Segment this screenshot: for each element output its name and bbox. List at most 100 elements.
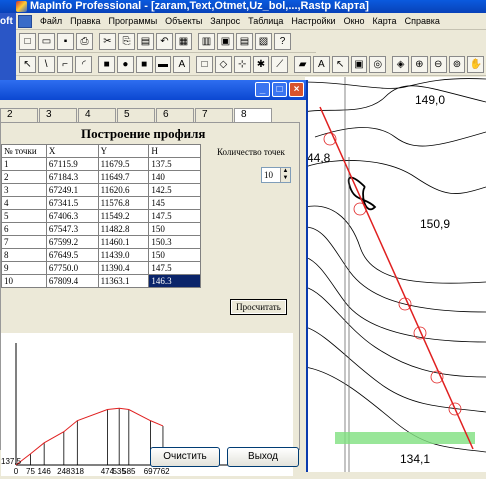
table-cell[interactable]: 67115.9 [45, 157, 99, 171]
table-cell[interactable]: 11679.5 [97, 157, 150, 171]
table-row[interactable]: 9 67750.0 11390.4 147.5 [1, 261, 201, 275]
polyline-icon[interactable]: ⌐ [56, 56, 74, 73]
table-cell[interactable]: 67547.3 [45, 222, 99, 236]
menu-item[interactable]: Запрос [206, 16, 244, 26]
table-cell[interactable]: 11363.1 [97, 274, 150, 288]
table-cell[interactable]: 7 [1, 235, 47, 249]
table-cell[interactable]: 6 [1, 222, 47, 236]
radius-icon[interactable]: ◎ [369, 56, 387, 73]
table-cell[interactable]: 11439.0 [97, 248, 150, 262]
points-table[interactable]: № точки X Y H 1 67115.9 11679.5 137.5 2 67184.3 1… [1, 144, 201, 288]
table-cell[interactable]: 146.3 [148, 274, 201, 288]
table-cell[interactable]: 11576.8 [97, 196, 150, 210]
text-style-icon[interactable]: A [312, 56, 330, 73]
table-row[interactable]: 10 67809.4 11363.1 146.3 [1, 274, 201, 288]
table-row[interactable]: 5 67406.3 11549.2 147.5 [1, 209, 201, 223]
save-icon[interactable]: ▪ [57, 33, 74, 50]
table-cell[interactable]: 150 [148, 248, 201, 262]
table-cell[interactable]: 150.3 [148, 235, 201, 249]
table-cell[interactable]: 147.5 [148, 261, 201, 275]
print-icon[interactable]: ⎙ [76, 33, 93, 50]
polygon-icon[interactable]: ■ [98, 56, 115, 73]
marquee-icon[interactable]: ▣ [350, 56, 368, 73]
region-style-icon[interactable]: ▰ [294, 56, 311, 73]
change-view-icon[interactable]: ⊚ [448, 56, 466, 73]
menu-item[interactable]: Таблица [244, 16, 287, 26]
menu-item[interactable]: Файл [36, 16, 66, 26]
minimize-button[interactable]: _ [255, 82, 270, 97]
table-cell[interactable]: 140 [148, 170, 201, 184]
table-cell[interactable]: 5 [1, 209, 47, 223]
npoints-input[interactable] [262, 168, 280, 182]
text-icon[interactable]: A [173, 56, 191, 73]
close-button[interactable]: × [289, 82, 304, 97]
zoom-in-icon[interactable]: ⊕ [410, 56, 428, 73]
table-cell[interactable]: 67249.1 [45, 183, 99, 197]
tab-2[interactable]: 2 [0, 108, 38, 122]
select-icon[interactable]: ↖ [19, 56, 36, 73]
line-icon[interactable]: \ [37, 56, 55, 73]
tab-6[interactable]: 6 [156, 108, 194, 122]
undo-icon[interactable]: ↶ [156, 33, 173, 50]
menu-item[interactable]: Программы [105, 16, 162, 26]
paste-icon[interactable]: ▤ [137, 33, 154, 50]
browser-icon[interactable]: ▥ [198, 33, 215, 50]
arc-icon[interactable]: ◜ [75, 56, 93, 73]
exit-button[interactable]: Выход [227, 447, 299, 467]
tab-7[interactable]: 7 [195, 108, 233, 122]
table-row[interactable]: 8 67649.5 11439.0 150 [1, 248, 201, 262]
frame-icon[interactable]: □ [196, 56, 213, 73]
grabber-icon[interactable]: ✋ [467, 56, 485, 73]
maximize-button[interactable]: □ [272, 82, 287, 97]
table-cell[interactable]: 11482.8 [97, 222, 150, 236]
table-cell[interactable]: 11649.7 [97, 170, 150, 184]
table-row[interactable]: 7 67599.2 11460.1 150.3 [1, 235, 201, 249]
table-cell[interactable]: 67341.5 [45, 196, 99, 210]
table-row[interactable]: 4 67341.5 11576.8 145 [1, 196, 201, 210]
menu-item[interactable]: Окно [340, 16, 369, 26]
graph-icon[interactable]: ▤ [236, 33, 253, 50]
table-cell[interactable]: 11390.4 [97, 261, 150, 275]
zoom-out-icon[interactable]: ⊖ [429, 56, 447, 73]
table-cell[interactable]: 137.5 [148, 157, 201, 171]
table-cell[interactable]: 1 [1, 157, 47, 171]
tab-8[interactable]: 8 [234, 108, 272, 123]
table-cell[interactable]: 4 [1, 196, 47, 210]
table-cell[interactable]: 3 [1, 183, 47, 197]
table-cell[interactable]: 11460.1 [97, 235, 150, 249]
menu-item[interactable]: Справка [401, 16, 444, 26]
table-row[interactable]: 2 67184.3 11649.7 140 [1, 170, 201, 184]
tab-3[interactable]: 3 [39, 108, 77, 122]
copy-icon[interactable]: ⎘ [118, 33, 135, 50]
cut-icon[interactable]: ✂ [99, 33, 116, 50]
menu-item[interactable]: Настройки [287, 16, 339, 26]
rounded-rect-icon[interactable]: ▬ [154, 56, 172, 73]
tab-4[interactable]: 4 [78, 108, 116, 122]
open-icon[interactable]: ▭ [38, 33, 55, 50]
table-cell[interactable]: 147.5 [148, 209, 201, 223]
table-cell[interactable]: 11549.2 [97, 209, 150, 223]
table-cell[interactable]: 67649.5 [45, 248, 99, 262]
ellipse-icon[interactable]: ● [116, 56, 134, 73]
table-cell[interactable]: 2 [1, 170, 47, 184]
table-cell[interactable]: 67406.3 [45, 209, 99, 223]
document-menu-icon[interactable] [18, 14, 32, 28]
map-icon[interactable]: ▣ [217, 33, 234, 50]
calculate-button[interactable]: Просчитать [230, 299, 287, 315]
table-cell[interactable]: 67599.2 [45, 235, 99, 249]
add-node-icon[interactable]: ⊹ [233, 56, 251, 73]
new-doc-icon[interactable]: □ [19, 33, 36, 50]
line-style-icon[interactable]: ⟋ [271, 56, 289, 73]
table-cell[interactable]: 11620.6 [97, 183, 150, 197]
tab-5[interactable]: 5 [117, 108, 155, 122]
table-cell[interactable]: 67809.4 [45, 274, 99, 288]
clear-button[interactable]: Очистить [150, 447, 220, 467]
table-cell[interactable]: 8 [1, 248, 47, 262]
table-cell[interactable]: 150 [148, 222, 201, 236]
map-canvas[interactable] [305, 77, 486, 472]
menu-item[interactable]: Правка [66, 16, 104, 26]
map-window[interactable]: 149,0 44,8 150,9 134,1 [305, 77, 486, 472]
help-icon[interactable]: ? [274, 33, 291, 50]
table-row[interactable]: 3 67249.1 11620.6 142.5 [1, 183, 201, 197]
table-icon[interactable]: ▦ [175, 33, 192, 50]
